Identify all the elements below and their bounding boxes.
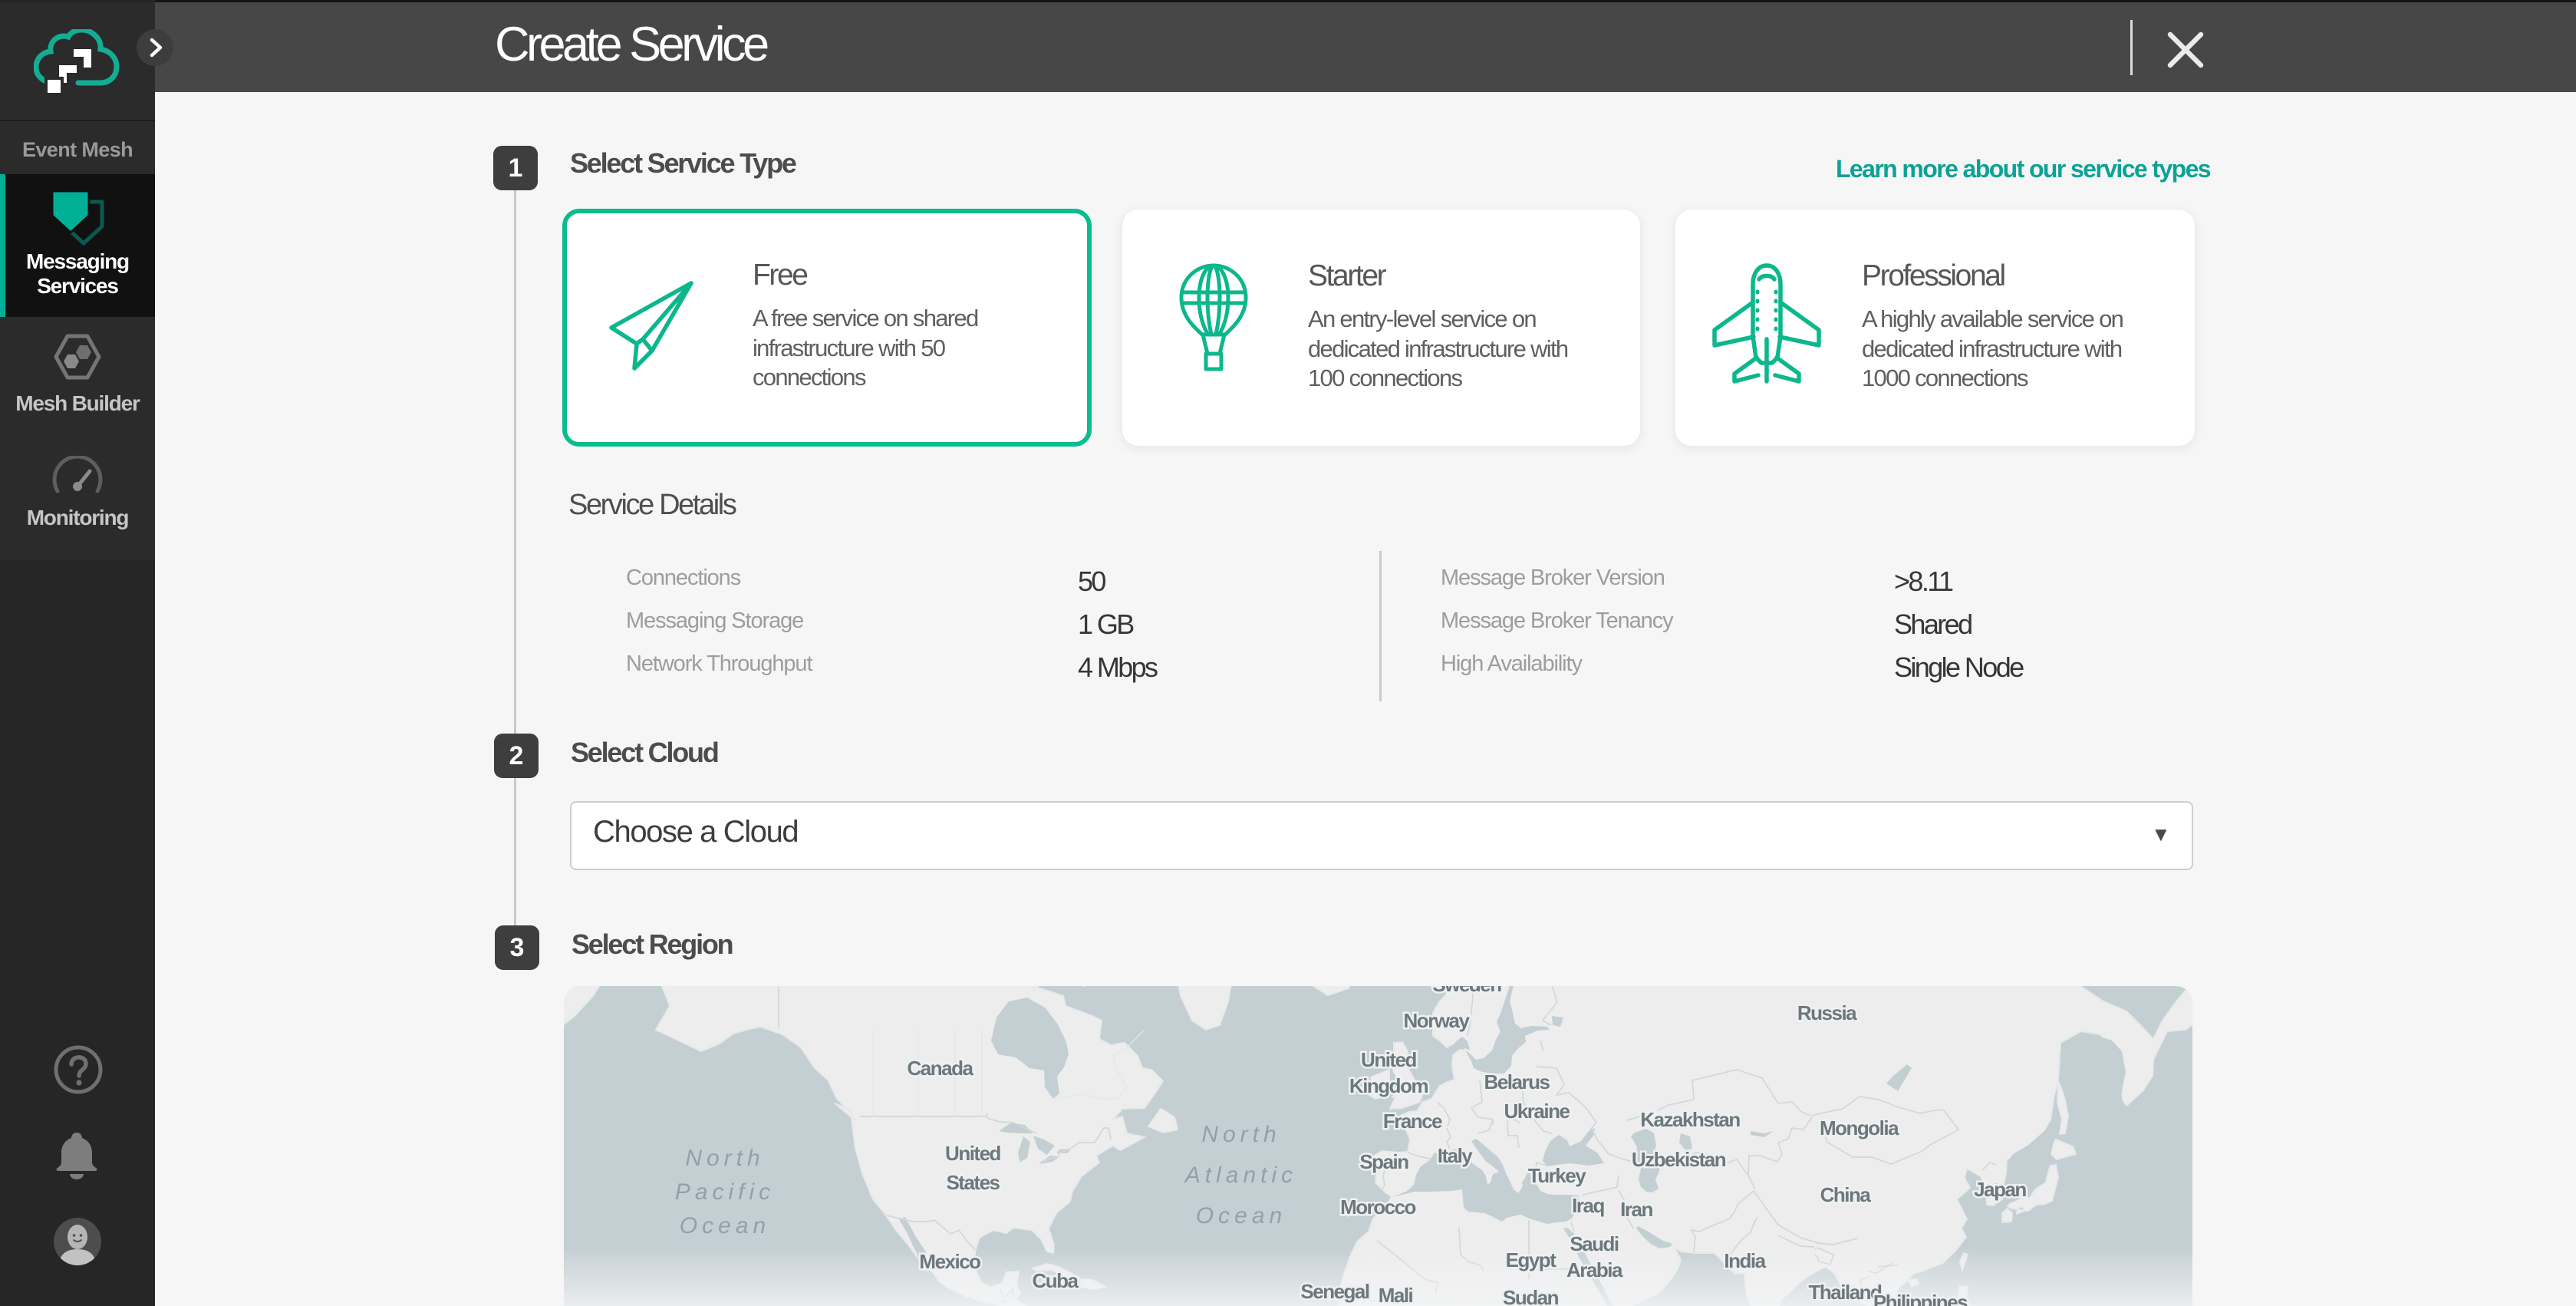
svg-text:Sudan: Sudan [1503,1286,1559,1306]
svg-text:Spain: Spain [1359,1150,1408,1173]
svg-text:Ocean: Ocean [680,1213,770,1238]
svg-text:Japan: Japan [1974,1178,2026,1201]
svg-text:France: France [1383,1110,1442,1133]
svg-text:Cuba: Cuba [1033,1269,1079,1292]
svg-text:Sweden: Sweden [1432,986,1501,996]
svg-text:Belarus: Belarus [1484,1070,1550,1093]
svg-text:Morocco: Morocco [1340,1196,1415,1219]
svg-text:Uzbekistan: Uzbekistan [1632,1148,1726,1171]
svg-text:Kazakhstan: Kazakhstan [1640,1108,1740,1131]
svg-text:India: India [1724,1249,1766,1272]
svg-text:China: China [1820,1183,1872,1206]
svg-text:Mexico: Mexico [919,1250,980,1273]
svg-text:Mongolia: Mongolia [1820,1116,1899,1139]
svg-text:Iraq: Iraq [1572,1194,1604,1217]
svg-text:Italy: Italy [1438,1144,1474,1167]
svg-text:Atlantic: Atlantic [1184,1163,1297,1188]
svg-text:Philippines: Philippines [1873,1291,1968,1306]
svg-text:Pacific: Pacific [675,1179,775,1205]
svg-text:North: North [1201,1122,1280,1147]
svg-text:Saudi: Saudi [1570,1232,1619,1255]
svg-text:Mali: Mali [1379,1284,1413,1306]
svg-text:Ukraine: Ukraine [1504,1100,1570,1123]
svg-text:United: United [1361,1048,1417,1071]
svg-text:Russia: Russia [1797,1001,1857,1024]
svg-text:North: North [685,1146,764,1171]
svg-text:Egypt: Egypt [1506,1248,1557,1271]
svg-text:Senegal: Senegal [1300,1280,1369,1303]
svg-text:United: United [945,1142,1001,1165]
svg-text:Thailand: Thailand [1809,1281,1883,1304]
svg-text:Turkey: Turkey [1528,1164,1586,1187]
svg-text:Norway: Norway [1404,1009,1471,1032]
svg-text:Iran: Iran [1620,1198,1652,1221]
svg-text:Canada: Canada [908,1057,974,1080]
svg-text:Ocean: Ocean [1196,1203,1286,1228]
svg-text:Kingdom: Kingdom [1349,1074,1428,1097]
svg-text:Arabia: Arabia [1566,1258,1623,1281]
svg-text:States: States [946,1171,1000,1194]
